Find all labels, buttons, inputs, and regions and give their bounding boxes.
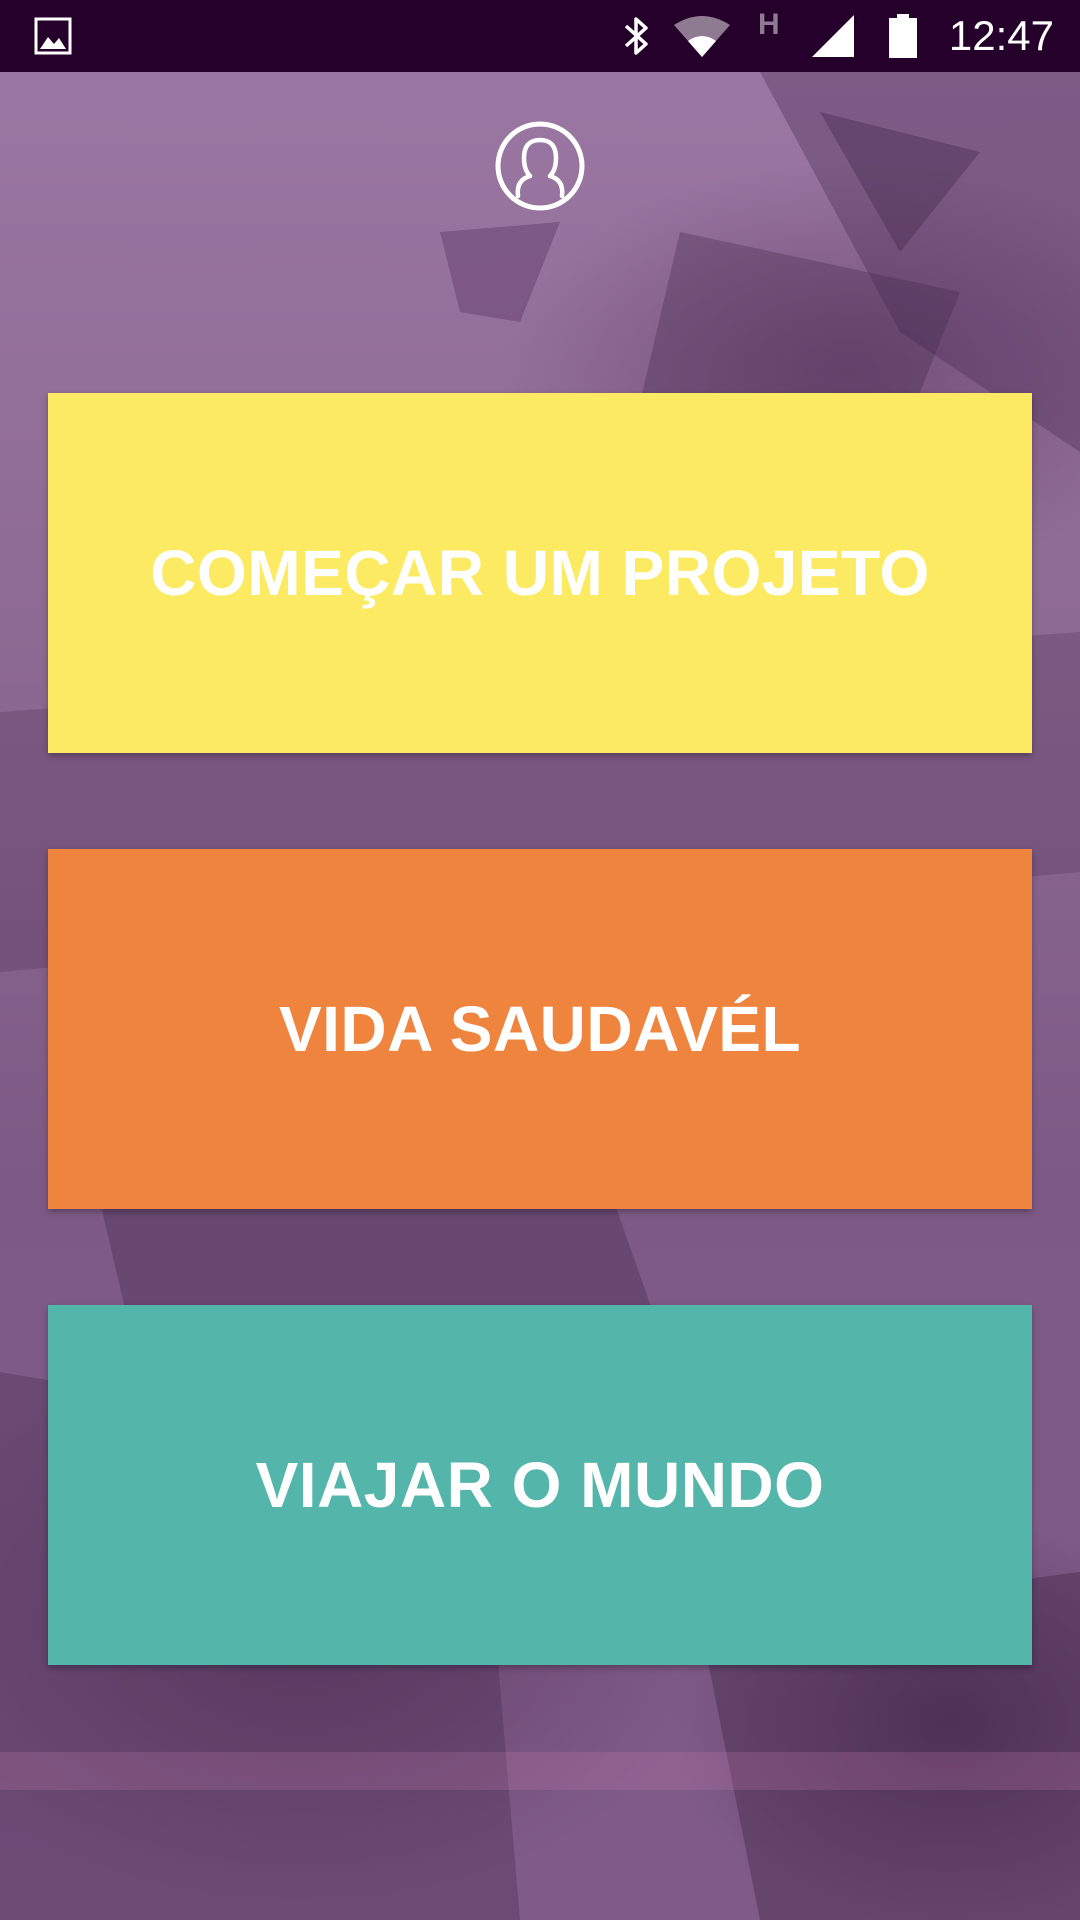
user-profile-icon[interactable] — [494, 120, 586, 212]
gallery-notification-icon — [34, 0, 72, 72]
start-project-button[interactable]: COMEÇAR UM PROJETO — [48, 393, 1032, 753]
bluetooth-icon — [620, 0, 654, 72]
status-bar: H 12:47 — [0, 0, 1080, 72]
travel-world-button[interactable]: VIAJAR O MUNDO — [48, 1305, 1032, 1665]
battery-icon — [888, 0, 918, 72]
start-project-label: COMEÇAR UM PROJETO — [150, 537, 930, 609]
healthy-life-label: VIDA SAUDAVÉL — [278, 993, 802, 1065]
wifi-icon — [672, 0, 732, 72]
healthy-life-button[interactable]: VIDA SAUDAVÉL — [48, 849, 1032, 1209]
cell-signal-icon — [810, 0, 856, 72]
travel-world-label: VIAJAR O MUNDO — [255, 1449, 825, 1521]
status-time: 12:47 — [948, 12, 1054, 59]
network-type-indicator: H — [758, 8, 780, 41]
